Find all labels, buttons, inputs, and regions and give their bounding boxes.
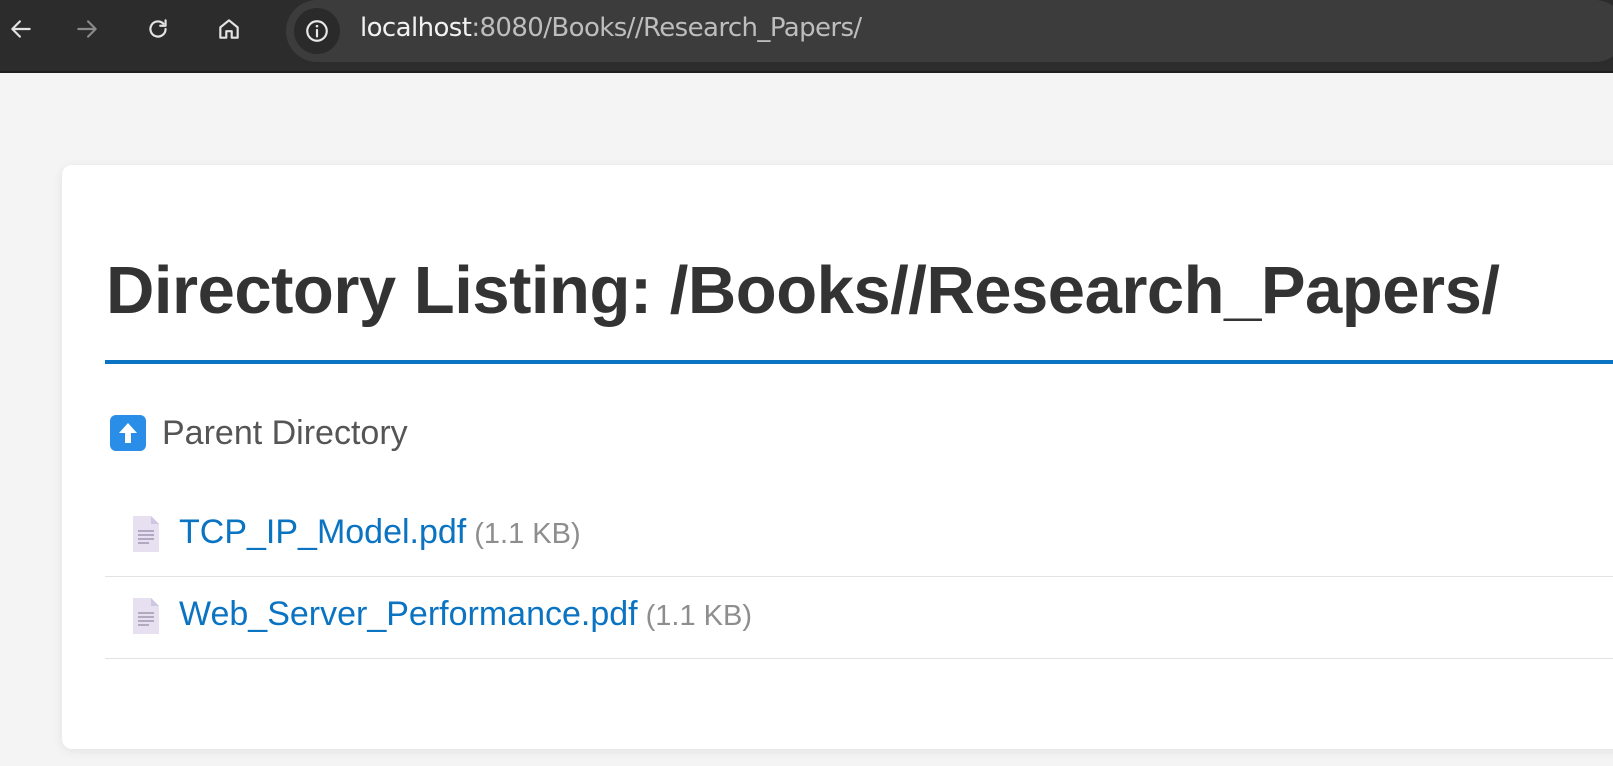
arrow-left-icon [11,20,31,38]
arrow-right-icon [77,20,97,38]
site-info-button[interactable] [294,8,340,54]
info-icon [306,20,328,42]
home-icon [219,19,239,39]
file-row: TCP_IP_Model.pdf (1.1 KB) [105,495,1613,577]
address-bar[interactable]: localhost:8080/Books//Research_Papers/ [286,0,1613,62]
up-arrow-icon [110,415,146,451]
document-icon [133,516,159,552]
parent-directory-link[interactable]: Parent Directory [110,413,408,453]
parent-directory-label: Parent Directory [162,413,408,452]
file-row: Web_Server_Performance.pdf (1.1 KB) [105,577,1613,659]
reload-button[interactable] [137,8,179,50]
url-host: localhost [360,13,472,43]
browser-toolbar: localhost:8080/Books//Research_Papers/ [0,0,1613,73]
title-divider [105,360,1613,364]
reload-icon [149,19,167,38]
file-name: TCP_IP_Model.pdf [179,513,467,551]
file-link[interactable]: TCP_IP_Model.pdf (1.1 KB) [179,513,581,552]
url-path: :8080/Books//Research_Papers/ [471,13,862,43]
file-link[interactable]: Web_Server_Performance.pdf (1.1 KB) [179,595,752,634]
home-button[interactable] [208,8,250,50]
file-name: Web_Server_Performance.pdf [179,595,638,633]
back-button[interactable] [0,8,42,50]
file-size: (1.1 KB) [645,600,752,632]
document-icon [133,598,159,634]
url-text[interactable]: localhost:8080/Books//Research_Papers/ [360,13,862,43]
page-title: Directory Listing: /Books//Research_Pape… [106,253,1500,328]
listing-card: Directory Listing: /Books//Research_Pape… [62,165,1613,749]
file-size: (1.1 KB) [474,518,581,550]
forward-button[interactable] [66,8,108,50]
